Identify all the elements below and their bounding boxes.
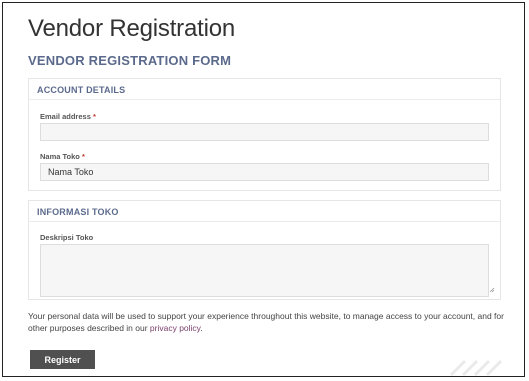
store-description-textarea[interactable] <box>40 244 489 297</box>
account-details-section: ACCOUNT DETAILS Email address * Nama Tok… <box>28 78 501 191</box>
privacy-text-end: . <box>200 323 203 333</box>
register-button[interactable]: Register <box>30 350 95 369</box>
account-details-header: ACCOUNT DETAILS <box>29 79 500 100</box>
watermark-logo-icon <box>449 359 503 377</box>
store-description-label: Deskripsi Toko <box>40 233 94 242</box>
store-info-header: INFORMASI TOKO <box>29 201 500 222</box>
account-details-title: ACCOUNT DETAILS <box>37 85 126 95</box>
email-label: Email address * <box>40 112 96 121</box>
store-name-required-mark: * <box>81 152 85 161</box>
page-title: Vendor Registration <box>28 15 235 42</box>
privacy-text: Your personal data will be used to suppo… <box>28 311 504 333</box>
store-info-section: INFORMASI TOKO Deskripsi Toko <box>28 200 501 300</box>
privacy-notice: Your personal data will be used to suppo… <box>28 310 508 334</box>
page-frame: Vendor Registration VENDOR REGISTRATION … <box>2 2 525 377</box>
store-name-label: Nama Toko * <box>40 152 85 161</box>
email-input[interactable] <box>40 123 489 141</box>
email-required-mark: * <box>92 112 96 121</box>
resize-handle-icon[interactable] <box>489 287 495 293</box>
form-title: VENDOR REGISTRATION FORM <box>28 53 232 68</box>
store-name-label-text: Nama Toko <box>40 152 80 161</box>
store-name-input[interactable] <box>40 163 489 181</box>
privacy-policy-link[interactable]: privacy policy <box>150 323 200 333</box>
email-label-text: Email address <box>40 112 91 121</box>
store-info-title: INFORMASI TOKO <box>37 207 119 217</box>
